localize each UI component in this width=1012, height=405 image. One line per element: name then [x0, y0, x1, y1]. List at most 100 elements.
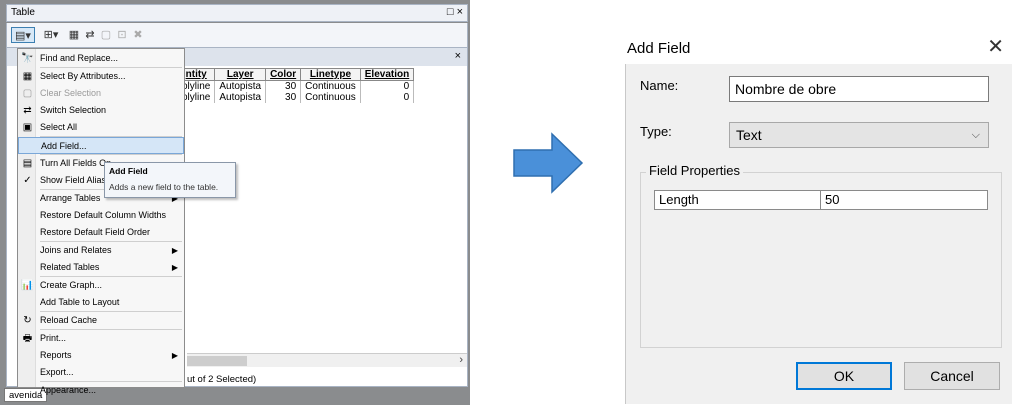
select-attributes-icon: ▦	[22, 71, 33, 82]
select-all-icon: ▣	[22, 122, 33, 133]
horizontal-scrollbar[interactable]: ›	[187, 353, 467, 367]
cell: Continuous	[300, 92, 361, 103]
menu-item-find-and-replace[interactable]: 🔭 Find and Replace...	[18, 50, 184, 67]
binoculars-icon: 🔭	[21, 53, 34, 64]
menu-item-label: Find and Replace...	[40, 53, 119, 63]
related-tables-button[interactable]: ⊞▾	[41, 27, 61, 43]
submenu-arrow-icon: ▶	[171, 246, 178, 255]
menu-item-joins-and-relates[interactable]: Joins and Relates ▶	[18, 242, 184, 259]
column-header[interactable]: Color	[265, 68, 302, 81]
menu-item-label: Related Tables	[40, 262, 100, 272]
menu-item-reports[interactable]: Reports ▶	[18, 347, 184, 364]
menu-item-reload-cache[interactable]: ↻ Reload Cache	[18, 312, 184, 329]
name-field[interactable]: Nombre de obre	[729, 76, 989, 102]
add-field-tooltip: Add Field Adds a new field to the table.	[104, 162, 236, 198]
zoom-selected-toolbar-icon[interactable]: ⊡	[115, 27, 129, 43]
field-properties-label: Field Properties	[646, 163, 744, 178]
table-title: Table	[11, 7, 35, 18]
right-arrow-icon	[513, 132, 584, 194]
table-toolbar: ▤▾ ⊞▾ ▦ ⇄ ▢ ⊡ ✖	[6, 23, 468, 47]
submenu-arrow-icon: ▶	[171, 351, 178, 360]
column-header[interactable]: Layer	[214, 68, 267, 81]
tooltip-description: Adds a new field to the table.	[109, 182, 219, 192]
check-icon: ✓	[23, 175, 32, 186]
menu-item-print[interactable]: 🖶 Print...	[18, 330, 184, 347]
table-window: Table □ × ▤▾ ⊞▾ ▦ ⇄ ▢ ⊡ ✖ × ntity Layer …	[0, 0, 470, 405]
window-buttons[interactable]: □ ×	[447, 6, 463, 18]
chevron-down-icon: ⌵	[971, 129, 980, 141]
menu-item-clear-selection[interactable]: ▢ Clear Selection	[18, 85, 184, 102]
select-attributes-toolbar-icon[interactable]: ▦	[67, 27, 81, 43]
menu-item-label: Turn All Fields On	[40, 158, 112, 168]
menu-item-select-by-attributes[interactable]: ▦ Select By Attributes...	[18, 68, 184, 85]
field-properties-grid: Length 50	[654, 190, 988, 210]
cell: Autopista	[214, 80, 267, 92]
switch-selection-toolbar-icon[interactable]: ⇄	[83, 27, 97, 43]
switch-selection-icon: ⇄	[23, 105, 32, 116]
dialog-title: Add Field	[627, 40, 691, 57]
menu-item-label: Restore Default Column Widths	[40, 210, 167, 220]
length-value-field[interactable]: 50	[821, 191, 987, 209]
cell: 30	[265, 80, 302, 92]
table-row[interactable]: olyline Autopista 30 Continuous 0	[176, 92, 415, 103]
property-name: Length	[655, 191, 821, 209]
cell: 0	[359, 92, 415, 103]
table-titlebar: Table □ ×	[6, 4, 468, 22]
dialog-titlebar: Add Field ✕	[624, 34, 1012, 64]
menu-item-label: Add Field...	[41, 141, 87, 151]
menu-item-restore-default-field-order[interactable]: Restore Default Field Order	[18, 224, 184, 241]
close-icon[interactable]: ×	[455, 50, 461, 62]
fields-icon: ▤	[22, 158, 33, 169]
menu-item-add-field[interactable]: Add Field...	[18, 137, 184, 154]
type-select[interactable]: Text ⌵	[729, 122, 989, 148]
tooltip-title: Add Field	[109, 166, 148, 176]
menu-item-related-tables[interactable]: Related Tables ▶	[18, 259, 184, 276]
table-options-menu: 🔭 Find and Replace... ▦ Select By Attribute…	[17, 48, 185, 395]
cancel-button[interactable]: Cancel	[904, 362, 1000, 390]
column-header[interactable]: Elevation	[359, 68, 415, 81]
dialog-body: Name: Nombre de obre Type: Text ⌵ Field …	[625, 64, 1012, 404]
menu-item-switch-selection[interactable]: ⇄ Switch Selection	[18, 102, 184, 119]
clear-selection-icon: ▢	[22, 88, 33, 99]
reload-icon: ↻	[23, 315, 32, 326]
menu-item-label: Print...	[40, 333, 67, 343]
menu-item-appearance[interactable]: Appearance...	[18, 382, 184, 399]
scroll-right-icon[interactable]: ›	[459, 354, 463, 366]
attribute-grid: ntity Layer Color Linetype Elevation oly…	[176, 68, 415, 103]
table-row[interactable]: olyline Autopista 30 Continuous 0	[176, 80, 415, 92]
close-icon[interactable]: ✕	[987, 36, 1004, 58]
selection-status: ut of 2 Selected)	[187, 374, 257, 385]
menu-item-label: Select All	[40, 122, 78, 132]
cell: Autopista	[214, 92, 267, 103]
table-options-button[interactable]: ▤▾	[11, 27, 35, 43]
type-label: Type:	[640, 124, 672, 139]
scrollbar-thumb[interactable]	[187, 356, 247, 366]
type-select-value: Text	[736, 127, 762, 143]
menu-item-label: Reports	[40, 350, 72, 360]
printer-icon: 🖶	[22, 333, 33, 344]
menu-item-label: Arrange Tables	[40, 193, 101, 203]
add-field-dialog: Add Field ✕ Name: Nombre de obre Type: T…	[624, 34, 1012, 404]
column-header[interactable]: Linetype	[300, 68, 361, 81]
menu-item-label: Appearance...	[40, 385, 97, 395]
menu-item-create-graph[interactable]: 📊 Create Graph...	[18, 277, 184, 294]
menu-item-label: Switch Selection	[40, 105, 107, 115]
menu-item-label: Select By Attributes...	[40, 71, 126, 81]
menu-item-restore-default-column-widths[interactable]: Restore Default Column Widths	[18, 207, 184, 224]
menu-item-label: Add Table to Layout	[40, 297, 120, 307]
clear-selection-toolbar-icon[interactable]: ▢	[99, 27, 113, 43]
cell: Continuous	[300, 80, 361, 92]
menu-item-export[interactable]: Export...	[18, 364, 184, 381]
menu-item-add-table-to-layout[interactable]: Add Table to Layout	[18, 294, 184, 311]
name-label: Name:	[640, 78, 679, 93]
menu-item-label: Joins and Relates	[40, 245, 112, 255]
menu-item-select-all[interactable]: ▣ Select All	[18, 119, 184, 136]
menu-item-label: Create Graph...	[40, 280, 103, 290]
menu-item-label: Restore Default Field Order	[40, 227, 151, 237]
ok-button[interactable]: OK	[796, 362, 892, 390]
grid-header-row: ntity Layer Color Linetype Elevation	[176, 68, 415, 81]
menu-item-label: Reload Cache	[40, 315, 98, 325]
menu-item-label: Export...	[40, 367, 74, 377]
delete-selected-toolbar-icon[interactable]: ✖	[131, 27, 145, 43]
cell: 0	[359, 80, 415, 92]
